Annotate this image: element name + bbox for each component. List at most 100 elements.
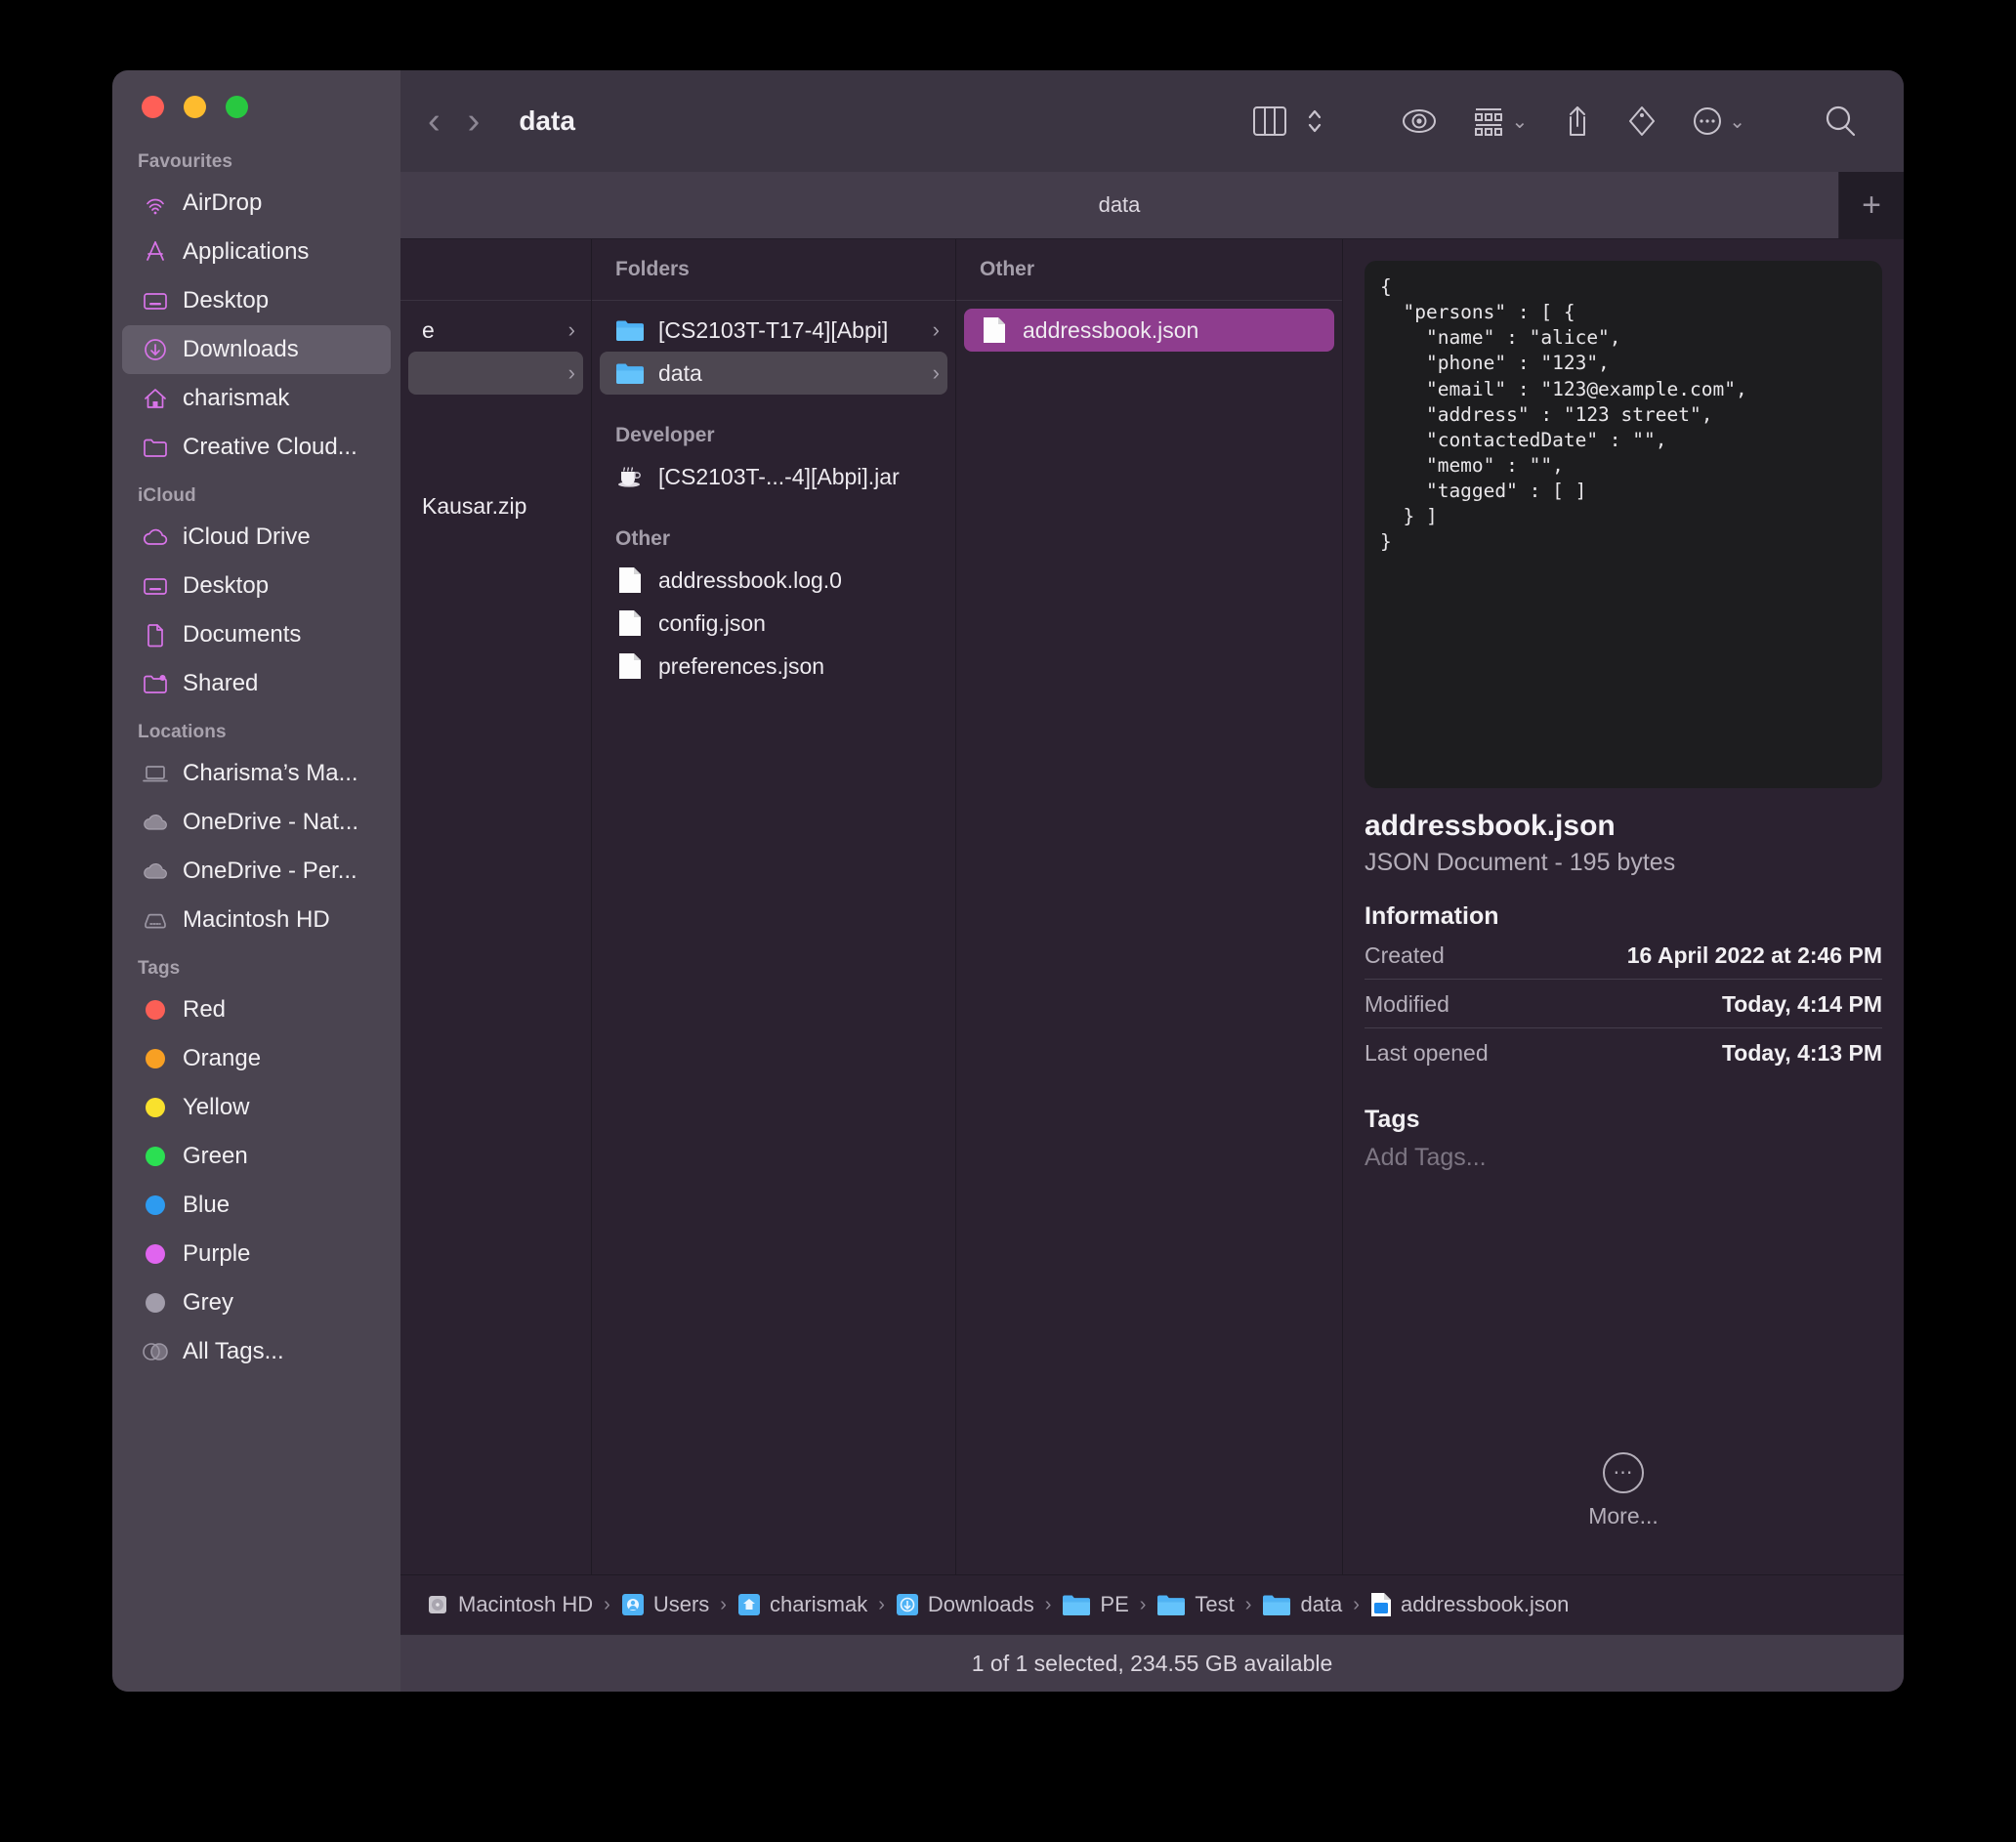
view-switch-chevron-icon[interactable] (1304, 92, 1341, 150)
sidebar-item-label: Documents (183, 621, 301, 649)
sidebar-item-label: Grey (183, 1289, 233, 1317)
harddisk-icon (426, 1592, 449, 1617)
list-item[interactable]: data › (600, 352, 947, 395)
search-icon[interactable] (1806, 92, 1874, 150)
column-ancestor: e›› Kausar.zip (400, 239, 592, 1574)
sidebar-item-red[interactable]: Red (122, 985, 391, 1034)
sidebar-item-grey[interactable]: Grey (122, 1278, 391, 1327)
sidebar-item-blue[interactable]: Blue (122, 1181, 391, 1230)
info-key: Last opened (1365, 1040, 1489, 1067)
list-item[interactable]: config.json (600, 602, 947, 645)
close-button[interactable] (142, 96, 164, 118)
sidebar-item-shared[interactable]: Shared (122, 659, 391, 708)
sidebar-item-charismak[interactable]: charismak (122, 374, 391, 423)
home-folder-icon (737, 1592, 761, 1617)
sidebar-item-charisma-s-ma[interactable]: Charisma’s Ma... (122, 749, 391, 798)
list-item[interactable]: e› (408, 309, 583, 352)
sidebar-item-label: Green (183, 1143, 248, 1170)
sidebar-item-yellow[interactable]: Yellow (122, 1083, 391, 1132)
breadcrumb-item-test[interactable]: Test (1156, 1592, 1234, 1617)
sidebar-item-icloud-drive[interactable]: iCloud Drive (122, 513, 391, 562)
group-by-icon[interactable]: ⌄ (1454, 92, 1545, 150)
column-header-folders: Folders (592, 239, 955, 301)
breadcrumb-item-pe[interactable]: PE (1062, 1592, 1128, 1617)
info-key: Modified (1365, 991, 1449, 1018)
forward-button[interactable]: › (468, 103, 481, 140)
breadcrumb-label: data (1300, 1592, 1342, 1617)
tab-data[interactable]: data (400, 172, 1839, 238)
back-button[interactable]: ‹ (428, 103, 441, 140)
sidebar-list: FavouritesAirDropApplicationsDesktopDown… (112, 118, 400, 1376)
spacer (400, 395, 591, 484)
more-button[interactable]: ⋯ More... (1343, 1452, 1904, 1574)
list-item[interactable]: addressbook.log.0 (600, 559, 947, 602)
info-value: Today, 4:13 PM (1722, 1040, 1882, 1067)
list-item[interactable]: [CS2103T-T17-4][Abpi]› (600, 309, 947, 352)
list-item[interactable]: preferences.json (600, 645, 947, 688)
sidebar-item-onedrive-per[interactable]: OneDrive - Per... (122, 847, 391, 896)
info-filename: addressbook.json (1365, 810, 1882, 843)
chevron-right-icon: › (923, 360, 940, 386)
breadcrumb-item-users[interactable]: Users (621, 1592, 709, 1617)
breadcrumb-item-addressbook-json[interactable]: addressbook.json (1370, 1592, 1569, 1617)
tag-icon[interactable] (1610, 92, 1674, 150)
column-header-other: Other (956, 239, 1342, 301)
new-tab-button[interactable]: + (1839, 172, 1904, 238)
breadcrumb-separator: › (604, 1594, 610, 1616)
breadcrumb-item-charismak[interactable]: charismak (737, 1592, 867, 1617)
sidebar-item-label: All Tags... (183, 1338, 284, 1365)
info-row: Created 16 April 2022 at 2:46 PM (1365, 931, 1882, 980)
tag-dot-icon (138, 1049, 173, 1068)
list-item-label: data (658, 360, 702, 387)
sidebar-item-label: Yellow (183, 1094, 250, 1121)
add-tags-field[interactable]: Add Tags... (1365, 1144, 1882, 1172)
sidebar-item-desktop[interactable]: Desktop (122, 276, 391, 325)
sidebar-item-macintosh-hd[interactable]: Macintosh HD (122, 896, 391, 944)
sidebar-item-all-tags[interactable]: All Tags... (122, 1327, 391, 1376)
list-item[interactable]: › (408, 352, 583, 395)
file-icon (613, 608, 647, 638)
applications-icon (138, 238, 173, 266)
breadcrumb-separator: › (720, 1594, 727, 1616)
more-actions-icon[interactable]: ⌄ (1674, 92, 1763, 150)
sidebar-item-documents[interactable]: Documents (122, 610, 391, 659)
info-key: Created (1365, 942, 1445, 969)
sidebar-item-downloads[interactable]: Downloads (122, 325, 391, 374)
list-item-label: Kausar.zip (422, 493, 526, 520)
quick-look-eye-icon[interactable] (1384, 92, 1454, 150)
desktop-icon (138, 287, 173, 314)
maximize-button[interactable] (226, 96, 248, 118)
list-item[interactable]: Kausar.zip (408, 484, 583, 527)
more-dots-icon: ⋯ (1603, 1452, 1644, 1493)
sidebar-item-onedrive-nat[interactable]: OneDrive - Nat... (122, 798, 391, 847)
breadcrumb-item-data[interactable]: data (1262, 1592, 1342, 1617)
desktop-icon (138, 572, 173, 600)
sidebar-item-airdrop[interactable]: AirDrop (122, 179, 391, 228)
info-value: 16 April 2022 at 2:46 PM (1627, 942, 1882, 969)
sidebar-item-desktop[interactable]: Desktop (122, 562, 391, 610)
breadcrumb-item-downloads[interactable]: Downloads (896, 1592, 1034, 1617)
sidebar-item-label: Desktop (183, 287, 269, 314)
preview-info-panel: { "persons" : [ { "name" : "alice", "pho… (1343, 239, 1904, 1574)
sidebar-item-applications[interactable]: Applications (122, 228, 391, 276)
sidebar-item-green[interactable]: Green (122, 1132, 391, 1181)
list-item[interactable]: addressbook.json (964, 309, 1334, 352)
tag-dot-icon (138, 1098, 173, 1117)
page-title: data (519, 105, 575, 137)
list-item-label: [CS2103T-...-4][Abpi].jar (658, 464, 900, 490)
tag-dot-icon (138, 1195, 173, 1215)
toolbar: ‹ › data (400, 70, 1904, 172)
sidebar-item-creative-cloud[interactable]: Creative Cloud... (122, 423, 391, 472)
breadcrumb-separator: › (1353, 1594, 1360, 1616)
sidebar-item-label: Desktop (183, 572, 269, 600)
breadcrumb-item-macintosh-hd[interactable]: Macintosh HD (426, 1592, 593, 1617)
breadcrumb-separator: › (878, 1594, 885, 1616)
chevron-down-icon: ⌄ (1729, 109, 1745, 134)
list-item[interactable]: [CS2103T-...-4][Abpi].jar (600, 455, 947, 498)
sidebar-item-purple[interactable]: Purple (122, 1230, 391, 1278)
minimize-button[interactable] (184, 96, 206, 118)
downloads-icon (138, 336, 173, 363)
share-icon[interactable] (1545, 92, 1610, 150)
view-column-icon[interactable] (1236, 92, 1304, 150)
sidebar-item-orange[interactable]: Orange (122, 1034, 391, 1083)
